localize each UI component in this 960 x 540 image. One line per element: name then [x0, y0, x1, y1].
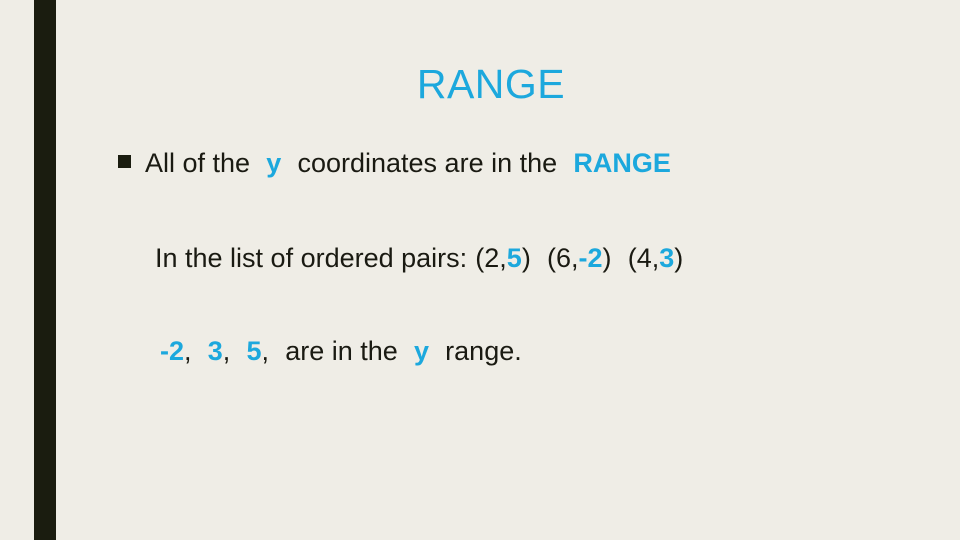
range-value-3: 5 [246, 336, 262, 366]
square-bullet-icon [118, 155, 131, 168]
range-sep-2: , [222, 336, 231, 366]
pair-1-close: ) [521, 243, 531, 273]
pair-1-open: (2, [475, 243, 507, 273]
line1-keyword-range: RANGE [573, 148, 671, 178]
line1-part1: All of the [145, 148, 251, 178]
pair-1-y-value: 5 [506, 243, 522, 273]
bullet-item-1: All of the y coordinates are in the RANGE [118, 146, 671, 180]
range-sep-1: , [184, 336, 192, 366]
ordered-pair-2: (6,-2) [547, 243, 612, 273]
line1-variable-y: y [266, 148, 282, 178]
bullet-text-1: All of the y coordinates are in the RANGE [145, 146, 671, 180]
ordered-pairs-line: In the list of ordered pairs: (2,5) (6,-2)… [155, 241, 683, 275]
slide-canvas: RANGE All of the y coordinates are in the R… [0, 0, 960, 540]
line1-part2: coordinates are in the [297, 148, 558, 178]
range-value-1: -2 [160, 336, 185, 366]
ordered-pair-1: (2,5) [475, 243, 531, 273]
left-accent-bar [34, 0, 56, 540]
pair-2-y-value: -2 [578, 243, 603, 273]
line2-lead-text: In the list of ordered pairs: [155, 243, 468, 273]
pair-3-open: (4, [627, 243, 660, 273]
pair-3-y-value: 3 [659, 243, 675, 273]
line3-tail-text: range. [445, 336, 522, 366]
ordered-pair-3: (4,3) [628, 243, 684, 273]
pair-3-close: ) [674, 243, 684, 273]
range-sep-3: , [261, 336, 269, 366]
pair-2-open: (6, [547, 243, 579, 273]
line3-variable-y: y [413, 336, 429, 366]
page-title: RANGE [416, 61, 566, 107]
pair-2-close: ) [602, 243, 612, 273]
range-value-2: 3 [207, 336, 223, 366]
line3-middle-text: are in the [285, 336, 398, 366]
range-values-line: -2, 3, 5, are in the y range. [160, 334, 522, 368]
